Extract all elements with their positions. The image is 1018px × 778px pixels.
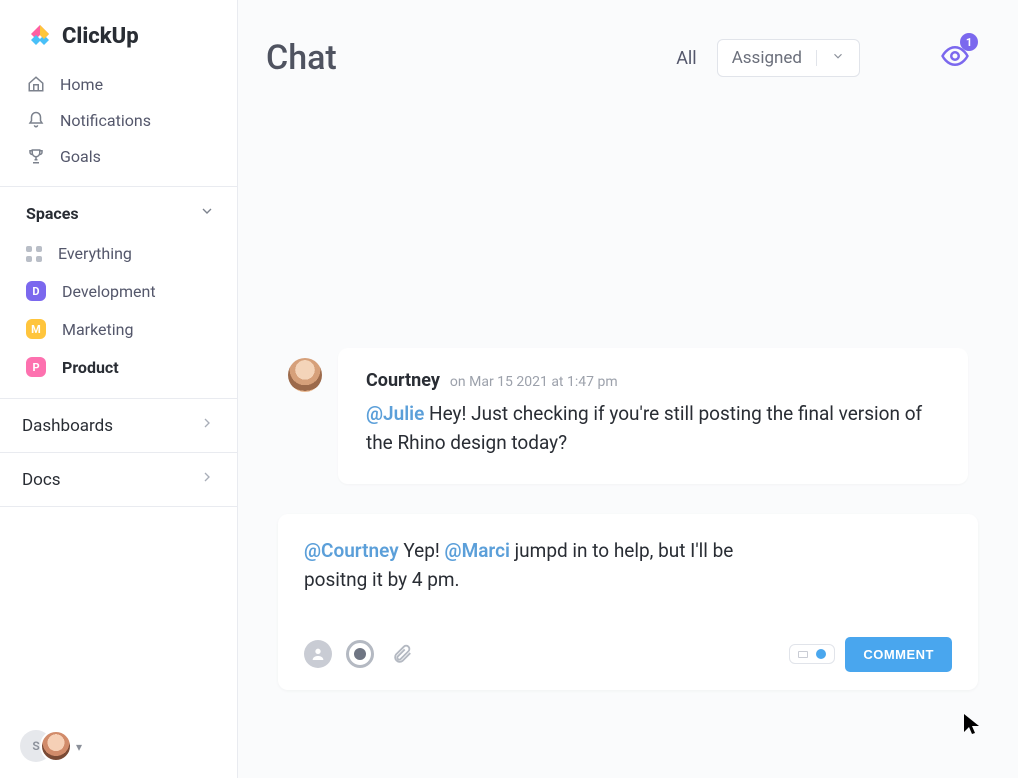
spaces-header-label: Spaces: [26, 204, 79, 223]
caret-down-icon: ▾: [76, 740, 82, 754]
space-label: Product: [62, 358, 119, 377]
spaces-header[interactable]: Spaces: [0, 187, 237, 235]
message-body: @Julie Hey! Just checking if you're stil…: [366, 399, 940, 458]
space-badge: M: [26, 319, 46, 339]
nav-dashboards-label: Dashboards: [22, 416, 113, 436]
avatar-stack: S: [20, 730, 70, 764]
mention[interactable]: @Courtney: [304, 539, 399, 562]
avatar-image: [40, 730, 72, 762]
nav-docs[interactable]: Docs: [0, 453, 237, 506]
chevron-right-icon: [199, 415, 215, 436]
filter-all[interactable]: All: [676, 48, 697, 69]
paperclip-icon[interactable]: [388, 640, 416, 668]
nav-notifications-label: Notifications: [60, 111, 151, 130]
watchers-button[interactable]: 1: [940, 41, 970, 75]
mention[interactable]: @Marci: [445, 539, 510, 562]
space-product[interactable]: P Product: [0, 348, 237, 386]
brand-logo[interactable]: ClickUp: [0, 0, 237, 60]
box-icon: [798, 651, 808, 658]
grid-icon: [26, 246, 42, 262]
page-title: Chat: [266, 38, 337, 78]
nav-notifications[interactable]: Notifications: [0, 102, 237, 138]
nav-dashboards[interactable]: Dashboards: [0, 399, 237, 452]
chevron-down-icon: [199, 203, 215, 223]
chevron-down-icon: [831, 48, 845, 68]
filter-assigned-label: Assigned: [732, 48, 802, 68]
clickup-logo-icon: [26, 22, 54, 50]
chevron-right-icon: [199, 469, 215, 490]
space-label: Development: [62, 282, 156, 301]
message-list: Courtney on Mar 15 2021 at 1:47 pm @Juli…: [238, 88, 1018, 484]
bell-icon: [26, 110, 46, 130]
nav-home[interactable]: Home: [0, 66, 237, 102]
main-content: Chat All Assigned 1 Courtney: [238, 0, 1018, 778]
trophy-icon: [26, 146, 46, 166]
message-time: on Mar 15 2021 at 1:47 pm: [450, 374, 618, 390]
sidebar: ClickUp Home Notifications Goals Spaces: [0, 0, 238, 778]
assignee-icon[interactable]: [304, 640, 332, 668]
space-everything-label: Everything: [58, 244, 132, 263]
nav-home-label: Home: [60, 75, 103, 94]
space-badge: D: [26, 281, 46, 301]
separator: [816, 50, 817, 66]
nav-goals[interactable]: Goals: [0, 138, 237, 174]
nav-docs-label: Docs: [22, 470, 61, 490]
watchers-count: 1: [960, 33, 978, 51]
message-author: Courtney: [366, 370, 440, 391]
record-icon[interactable]: [346, 640, 374, 668]
space-development[interactable]: D Development: [0, 272, 237, 310]
cursor-icon: [962, 712, 982, 740]
space-marketing[interactable]: M Marketing: [0, 310, 237, 348]
space-badge: P: [26, 357, 46, 377]
comment-composer[interactable]: @Courtney Yep! @Marci jumpd in to help, …: [278, 514, 978, 690]
filter-assigned-dropdown[interactable]: Assigned: [717, 39, 860, 77]
nav-goals-label: Goals: [60, 147, 101, 166]
user-menu[interactable]: S ▾: [0, 716, 237, 778]
chat-header: Chat All Assigned 1: [238, 0, 1018, 88]
space-label: Marketing: [62, 320, 133, 339]
message-item[interactable]: Courtney on Mar 15 2021 at 1:47 pm @Juli…: [338, 348, 968, 484]
composer-text[interactable]: @Courtney Yep! @Marci jumpd in to help, …: [304, 536, 764, 595]
home-icon: [26, 74, 46, 94]
eye-icon: [940, 56, 970, 75]
brand-name: ClickUp: [62, 24, 139, 49]
space-everything[interactable]: Everything: [0, 235, 237, 272]
primary-nav: Home Notifications Goals: [0, 60, 237, 186]
dot-icon: [816, 649, 826, 659]
comment-button[interactable]: COMMENT: [845, 637, 952, 672]
mention[interactable]: @Julie: [366, 402, 424, 425]
avatar: [288, 358, 322, 392]
comment-mode-toggle[interactable]: [789, 644, 835, 664]
composer-toolbar: COMMENT: [304, 637, 952, 672]
